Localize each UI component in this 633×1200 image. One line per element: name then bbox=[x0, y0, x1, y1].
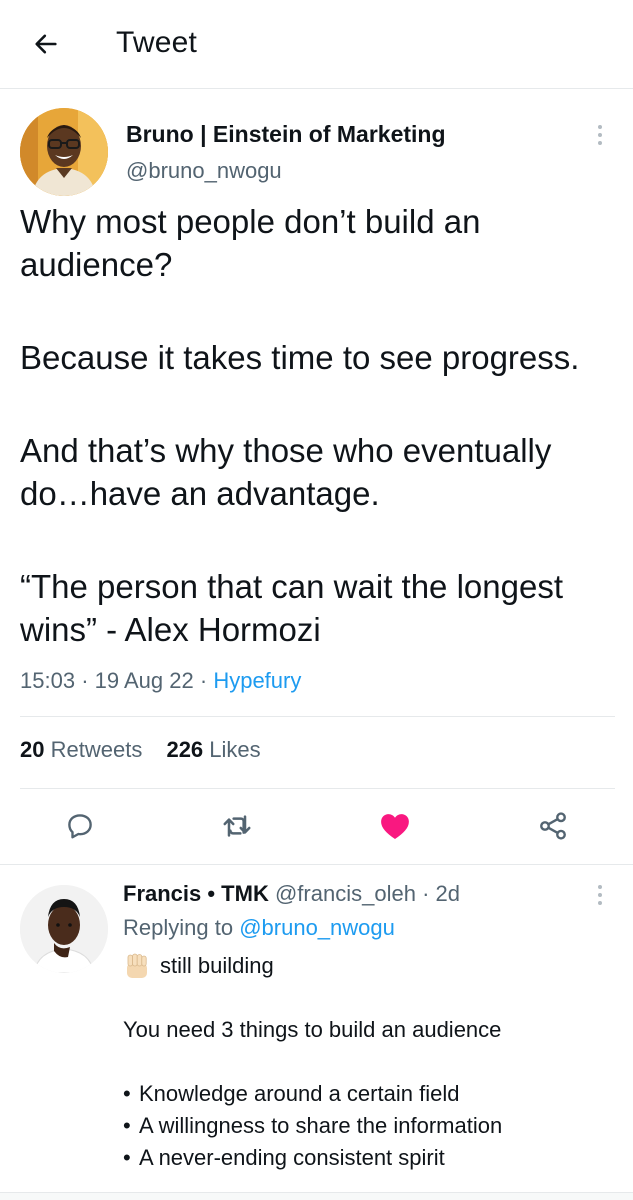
more-dot bbox=[598, 885, 602, 889]
tweet-timestamp[interactable]: 15:03 · 19 Aug 22 · Hypefury bbox=[20, 668, 301, 694]
raised-fist-emoji-icon bbox=[127, 953, 147, 978]
more-dot bbox=[598, 125, 602, 129]
reply-line-text: still building bbox=[160, 953, 274, 978]
bullet-item: • A never-ending consistent spirit bbox=[123, 1142, 623, 1174]
reply-author-name[interactable]: Francis • TMK bbox=[123, 881, 269, 906]
reply-author-avatar[interactable] bbox=[20, 885, 108, 973]
reply-time[interactable]: · 2d bbox=[422, 881, 460, 906]
reply-icon bbox=[68, 814, 92, 839]
more-dot bbox=[598, 901, 602, 905]
more-options-button[interactable] bbox=[590, 120, 610, 150]
tweet-time: 15:03 bbox=[20, 668, 76, 693]
likes-label: Likes bbox=[209, 737, 261, 762]
meta-separator: · bbox=[81, 668, 89, 693]
divider bbox=[20, 716, 615, 717]
reply-more-options-button[interactable] bbox=[590, 880, 610, 910]
bullet-item: • A willingness to share the information bbox=[123, 1110, 623, 1142]
top-bar: Tweet bbox=[0, 0, 633, 89]
replying-to: Replying to @bruno_nwogu bbox=[123, 915, 395, 941]
more-dot bbox=[598, 893, 602, 897]
tweet-paragraph: And that’s why those who eventually do…h… bbox=[20, 432, 552, 512]
bullet-text: Knowledge around a certain field bbox=[139, 1081, 460, 1106]
bullet-text: A never-ending consistent spirit bbox=[139, 1145, 445, 1170]
bottom-edge bbox=[0, 1192, 633, 1200]
reply-line: still building bbox=[123, 950, 623, 982]
retweet-icon bbox=[223, 815, 251, 837]
author-handle[interactable]: @bruno_nwogu bbox=[126, 158, 282, 184]
author-avatar[interactable] bbox=[20, 108, 108, 196]
page-title: Tweet bbox=[116, 26, 198, 59]
bullet-text: A willingness to share the information bbox=[139, 1113, 503, 1138]
share-button[interactable] bbox=[535, 808, 571, 844]
tweet-paragraph: Why most people don’t build an audience? bbox=[20, 203, 481, 283]
replying-to-mention[interactable]: @bruno_nwogu bbox=[239, 915, 395, 940]
avatar-image bbox=[20, 108, 108, 196]
reply-button[interactable] bbox=[62, 808, 98, 844]
tweet-source-link[interactable]: Hypefury bbox=[213, 668, 301, 693]
divider bbox=[0, 864, 633, 865]
arrow-left-icon bbox=[35, 34, 57, 54]
bullet-marker: • bbox=[123, 1113, 131, 1138]
retweet-button[interactable] bbox=[219, 808, 255, 844]
reply-line: You need 3 things to build an audience bbox=[123, 1017, 502, 1042]
likes-stat[interactable]: 226 Likes bbox=[166, 737, 260, 762]
tweet-paragraph: Because it takes time to see progress. bbox=[20, 339, 580, 376]
more-dot bbox=[598, 141, 602, 145]
tweet-stats: 20 Retweets 226 Likes bbox=[20, 737, 261, 763]
reply-header: Francis • TMK @francis_oleh · 2d bbox=[123, 881, 460, 907]
tweet-detail-page: Tweet Bruno | Einstein of Marketing @bru… bbox=[0, 0, 633, 1200]
retweets-count: 20 bbox=[20, 737, 45, 762]
back-button[interactable] bbox=[28, 26, 64, 62]
reply-text: still building You need 3 things to buil… bbox=[123, 950, 623, 1174]
likes-count: 226 bbox=[166, 737, 204, 762]
retweets-stat[interactable]: 20 Retweets bbox=[20, 737, 142, 762]
bullet-marker: • bbox=[123, 1081, 131, 1106]
share-icon bbox=[540, 812, 566, 840]
divider bbox=[20, 788, 615, 789]
tweet-paragraph: “The person that can wait the longest wi… bbox=[20, 568, 563, 648]
tweet-date: 19 Aug 22 bbox=[94, 668, 194, 693]
replying-to-label: Replying to bbox=[123, 915, 234, 940]
tweet-text: Why most people don’t build an audience?… bbox=[20, 200, 620, 651]
retweets-label: Retweets bbox=[50, 737, 143, 762]
meta-separator: · bbox=[199, 668, 208, 693]
bullet-marker: • bbox=[123, 1145, 131, 1170]
more-dot bbox=[598, 133, 602, 137]
avatar-image bbox=[20, 885, 108, 973]
reply-author-handle[interactable]: @francis_oleh bbox=[275, 881, 416, 906]
like-icon bbox=[381, 814, 409, 840]
bullet-item: • Knowledge around a certain field bbox=[123, 1078, 623, 1110]
like-button[interactable] bbox=[377, 808, 413, 844]
author-name[interactable]: Bruno | Einstein of Marketing bbox=[126, 121, 446, 148]
